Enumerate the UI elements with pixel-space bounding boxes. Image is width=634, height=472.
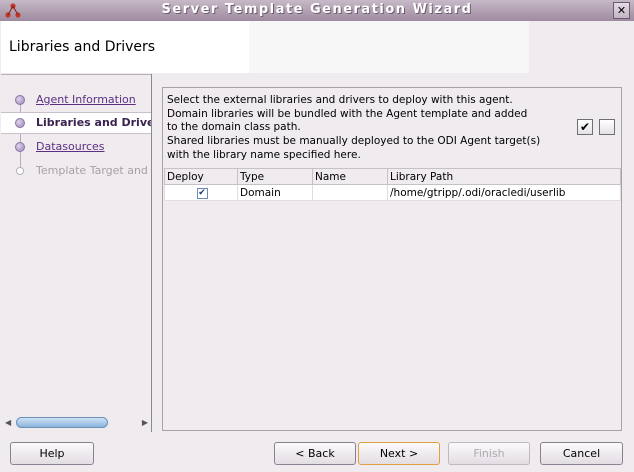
scroll-left-icon[interactable]: ◀ [5,418,11,427]
finish-button: Finish [448,442,530,465]
help-button[interactable]: Help [10,442,94,465]
column-header-name[interactable]: Name [312,168,388,185]
scrollbar-thumb[interactable] [16,417,108,428]
back-label: < Back [295,447,335,460]
divider [1,74,151,75]
scroll-right-icon[interactable]: ▶ [142,418,148,427]
instructions-text: Select the external libraries and driver… [167,94,567,163]
instruction-line: Domain libraries will be bundled with th… [167,107,528,120]
column-header-library-path[interactable]: Library Path [387,168,621,185]
name-cell[interactable] [312,184,388,201]
step-label: Agent Information [36,93,136,106]
cancel-button[interactable]: Cancel [540,442,623,465]
step-indicator-icon [15,118,25,128]
page-title: Libraries and Drivers [9,39,156,55]
step-template-target: Template Target and Summary [1,161,151,181]
instruction-line: with the library name specified here. [167,148,361,161]
libraries-table: Deploy Type Name Library Path ✔ Domain /… [164,168,621,201]
step-label: Libraries and Drivers [36,116,151,129]
next-label: Next > [379,447,419,460]
checkmark-icon: ✔ [579,120,591,134]
type-cell[interactable]: Domain [237,184,313,201]
page-header: Libraries and Drivers [1,21,633,73]
instruction-line: to the domain class path. [167,121,301,134]
instruction-line: Select the external libraries and driver… [167,94,513,106]
cancel-label: Cancel [562,447,601,460]
back-button[interactable]: < Back [274,442,356,465]
help-label: Help [39,447,65,460]
horizontal-scrollbar[interactable]: ◀ ▶ [3,416,150,430]
close-button[interactable]: ✕ [613,2,630,19]
table-header-row: Deploy Type Name Library Path [164,168,621,185]
header-graphic [249,21,529,73]
step-label: Template Target and Summary [36,164,151,177]
window-title: Server Template Generation Wizard [161,2,473,17]
library-path-cell[interactable]: /home/gtripp/.odi/oracledi/userlib [387,184,621,201]
step-agent-information[interactable]: Agent Information [1,90,151,110]
deploy-cell[interactable]: ✔ [164,184,238,201]
finish-label: Finish [473,447,505,460]
title-bar: Server Template Generation Wizard ✕ [0,0,634,21]
column-header-type[interactable]: Type [237,168,313,185]
deselect-all-button[interactable] [599,119,615,135]
wizard-steps-panel: Agent Information Libraries and Drivers … [1,74,152,432]
table-row[interactable]: ✔ Domain /home/gtripp/.odi/oracledi/user… [164,184,621,201]
column-header-deploy[interactable]: Deploy [164,168,238,185]
libraries-panel: Select the external libraries and driver… [162,87,622,431]
instruction-line: Shared libraries must be manually deploy… [167,135,541,148]
step-indicator-icon [15,95,25,105]
next-button[interactable]: Next > [358,442,440,465]
step-indicator-icon [16,167,24,175]
step-datasources[interactable]: Datasources [1,137,151,157]
select-all-button[interactable]: ✔ [577,119,593,135]
deploy-checkbox[interactable]: ✔ [196,188,208,199]
step-label: Datasources [36,140,105,153]
step-indicator-icon [15,142,25,152]
step-libraries-and-drivers[interactable]: Libraries and Drivers [1,112,151,134]
button-bar: Help < Back Next > Finish Cancel [0,432,634,472]
